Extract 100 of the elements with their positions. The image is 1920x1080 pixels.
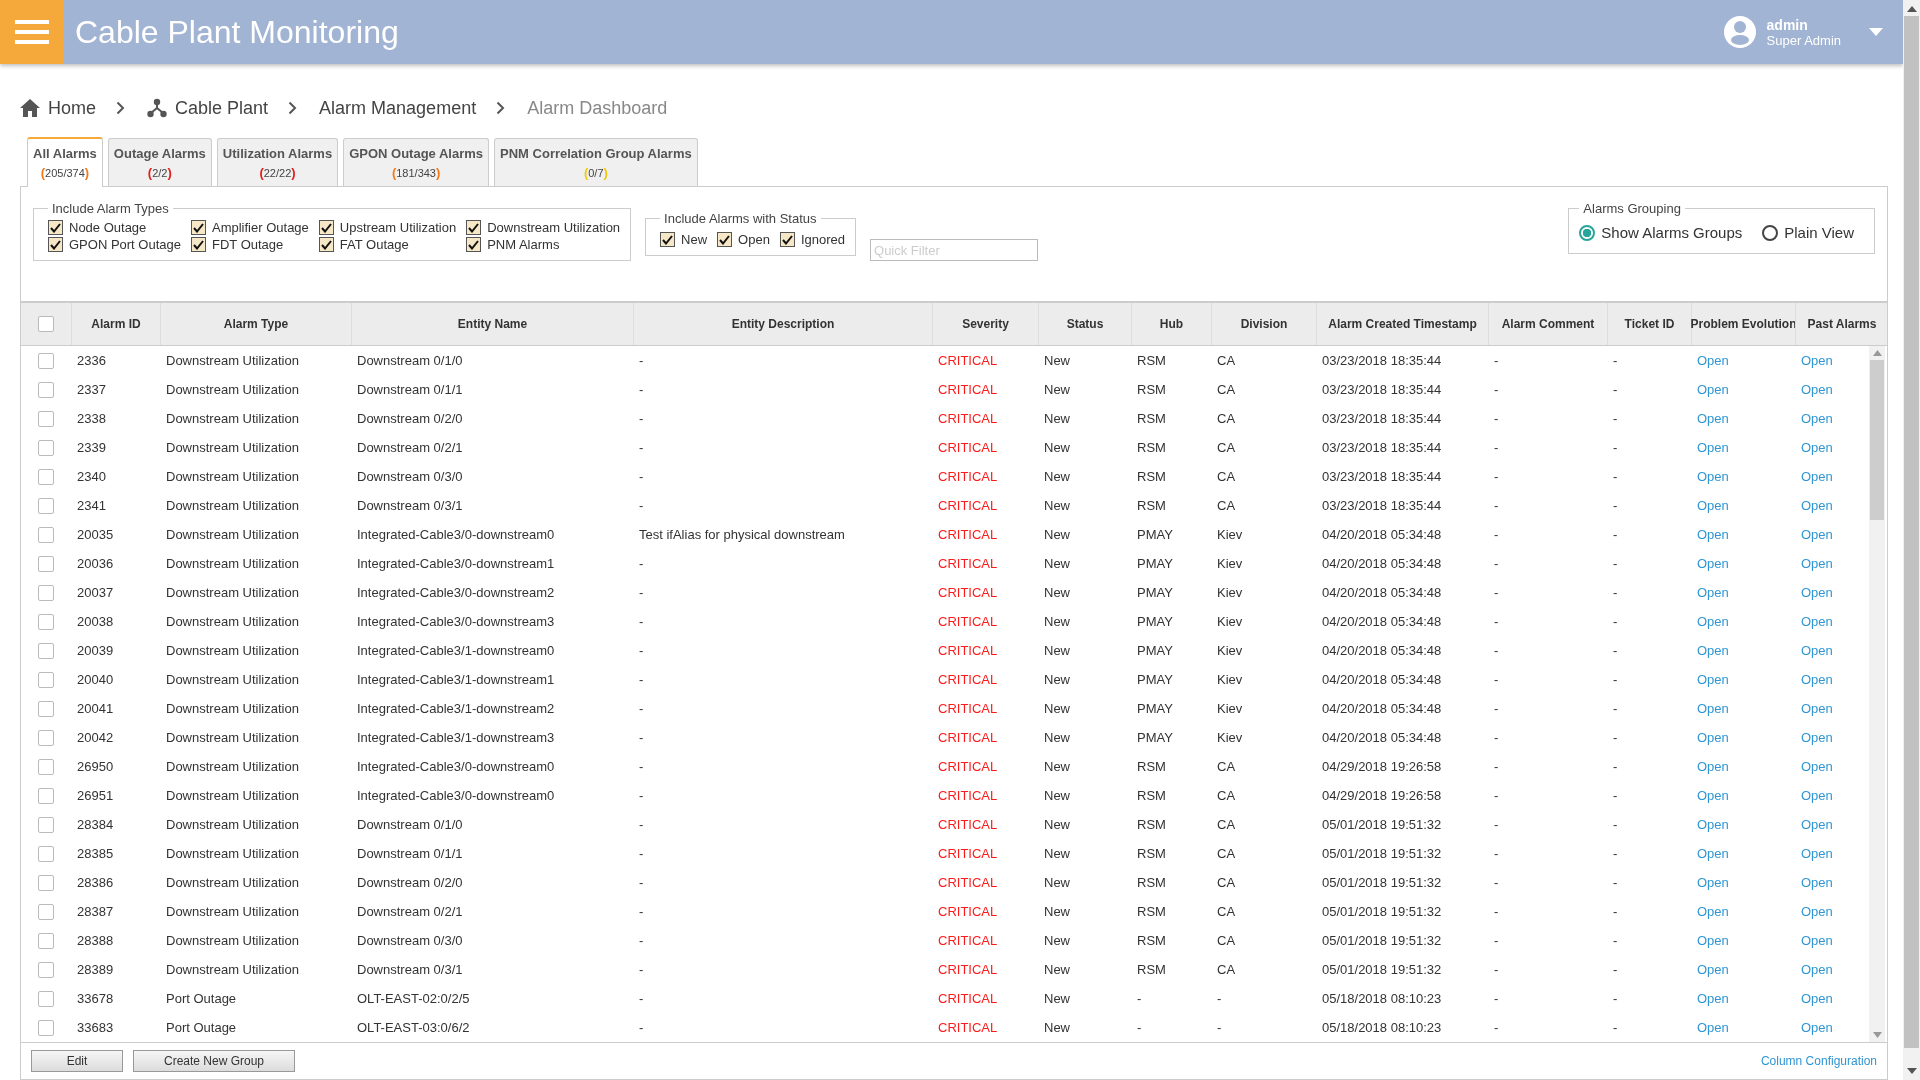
past-alarms-link[interactable]: Open xyxy=(1801,643,1833,658)
problem-evolution-link[interactable]: Open xyxy=(1697,701,1729,716)
row-checkbox[interactable] xyxy=(38,1019,54,1036)
problem-evolution-link[interactable]: Open xyxy=(1697,991,1729,1006)
row-checkbox[interactable] xyxy=(38,497,54,514)
column-header[interactable]: Division xyxy=(1211,303,1316,345)
column-header[interactable]: Alarm Type xyxy=(160,303,351,345)
row-checkbox[interactable] xyxy=(38,352,54,369)
column-header[interactable]: Entity Description xyxy=(633,303,932,345)
past-alarms-link[interactable]: Open xyxy=(1801,1020,1833,1035)
breadcrumb-link[interactable]: Alarm Dashboard xyxy=(527,97,668,119)
past-alarms-link[interactable]: Open xyxy=(1801,846,1833,861)
checkbox[interactable] xyxy=(660,232,676,247)
past-alarms-link[interactable]: Open xyxy=(1801,614,1833,629)
row-checkbox[interactable] xyxy=(38,990,54,1007)
row-checkbox[interactable] xyxy=(38,381,54,398)
column-header[interactable]: Ticket ID xyxy=(1607,303,1691,345)
past-alarms-link[interactable]: Open xyxy=(1801,498,1833,513)
past-alarms-link[interactable]: Open xyxy=(1801,440,1833,455)
column-header[interactable]: Entity Name xyxy=(351,303,633,345)
problem-evolution-link[interactable]: Open xyxy=(1697,440,1729,455)
problem-evolution-link[interactable]: Open xyxy=(1697,643,1729,658)
problem-evolution-link[interactable]: Open xyxy=(1697,614,1729,629)
alarm-tab[interactable]: Outage Alarms (2/2) xyxy=(107,138,212,186)
row-checkbox[interactable] xyxy=(38,468,54,485)
past-alarms-link[interactable]: Open xyxy=(1801,411,1833,426)
problem-evolution-link[interactable]: Open xyxy=(1697,904,1729,919)
past-alarms-link[interactable]: Open xyxy=(1801,730,1833,745)
radio-button[interactable] xyxy=(1579,224,1596,241)
problem-evolution-link[interactable]: Open xyxy=(1697,527,1729,542)
checkbox[interactable] xyxy=(318,237,334,252)
problem-evolution-link[interactable]: Open xyxy=(1697,759,1729,774)
scrollbar-thumb[interactable] xyxy=(1870,360,1884,520)
problem-evolution-link[interactable]: Open xyxy=(1697,817,1729,832)
problem-evolution-link[interactable]: Open xyxy=(1697,585,1729,600)
checkbox[interactable] xyxy=(48,237,63,252)
problem-evolution-link[interactable]: Open xyxy=(1697,672,1729,687)
problem-evolution-link[interactable]: Open xyxy=(1697,788,1729,803)
breadcrumb-link[interactable]: Cable Plant xyxy=(175,97,269,119)
column-header[interactable]: Past Alarms xyxy=(1795,303,1888,345)
past-alarms-link[interactable]: Open xyxy=(1801,672,1833,687)
past-alarms-link[interactable]: Open xyxy=(1801,817,1833,832)
scroll-up-icon[interactable] xyxy=(1906,6,1917,12)
past-alarms-link[interactable]: Open xyxy=(1801,701,1833,716)
row-checkbox[interactable] xyxy=(38,903,54,920)
problem-evolution-link[interactable]: Open xyxy=(1697,933,1729,948)
checkbox[interactable] xyxy=(717,232,733,247)
problem-evolution-link[interactable]: Open xyxy=(1697,1020,1729,1035)
row-checkbox[interactable] xyxy=(38,961,54,978)
row-checkbox[interactable] xyxy=(38,439,54,456)
row-checkbox[interactable] xyxy=(38,758,54,775)
footer-button[interactable]: Edit xyxy=(31,1050,123,1072)
problem-evolution-link[interactable]: Open xyxy=(1697,469,1729,484)
past-alarms-link[interactable]: Open xyxy=(1801,962,1833,977)
row-checkbox[interactable] xyxy=(38,932,54,949)
problem-evolution-link[interactable]: Open xyxy=(1697,846,1729,861)
past-alarms-link[interactable]: Open xyxy=(1801,875,1833,890)
radio-button[interactable] xyxy=(1762,224,1779,241)
row-checkbox[interactable] xyxy=(38,729,54,746)
checkbox[interactable] xyxy=(48,220,63,235)
row-checkbox[interactable] xyxy=(38,671,54,688)
past-alarms-link[interactable]: Open xyxy=(1801,991,1833,1006)
row-checkbox[interactable] xyxy=(38,555,54,572)
alarm-tab[interactable]: All Alarms (205/374) xyxy=(27,137,103,187)
row-checkbox[interactable] xyxy=(38,787,54,804)
checkbox[interactable] xyxy=(191,220,206,235)
past-alarms-link[interactable]: Open xyxy=(1801,904,1833,919)
alarm-tab[interactable]: Utilization Alarms (22/22) xyxy=(216,138,339,186)
past-alarms-link[interactable]: Open xyxy=(1801,556,1833,571)
row-checkbox[interactable] xyxy=(38,845,54,862)
problem-evolution-link[interactable]: Open xyxy=(1697,382,1729,397)
scrollbar-thumb[interactable] xyxy=(1904,16,1919,1048)
problem-evolution-link[interactable]: Open xyxy=(1697,353,1729,368)
dropdown-caret-icon[interactable] xyxy=(1869,28,1883,36)
row-checkbox[interactable] xyxy=(38,410,54,427)
column-configuration-link[interactable]: Column Configuration xyxy=(1760,1054,1877,1068)
row-checkbox[interactable] xyxy=(38,874,54,891)
past-alarms-link[interactable]: Open xyxy=(1801,382,1833,397)
column-header[interactable]: Alarm Comment xyxy=(1488,303,1607,345)
past-alarms-link[interactable]: Open xyxy=(1801,788,1833,803)
column-header[interactable]: Severity xyxy=(932,303,1038,345)
row-checkbox[interactable] xyxy=(38,584,54,601)
problem-evolution-link[interactable]: Open xyxy=(1697,498,1729,513)
past-alarms-link[interactable]: Open xyxy=(1801,527,1833,542)
alarm-tab[interactable]: GPON Outage Alarms (181/343) xyxy=(343,138,490,186)
problem-evolution-link[interactable]: Open xyxy=(1697,730,1729,745)
row-checkbox[interactable] xyxy=(38,700,54,717)
checkbox[interactable] xyxy=(191,237,206,252)
problem-evolution-link[interactable]: Open xyxy=(1697,962,1729,977)
page-scrollbar[interactable] xyxy=(1903,0,1920,1080)
past-alarms-link[interactable]: Open xyxy=(1801,933,1833,948)
scroll-down-icon[interactable] xyxy=(1906,1068,1917,1074)
row-checkbox[interactable] xyxy=(38,526,54,543)
problem-evolution-link[interactable]: Open xyxy=(1697,411,1729,426)
column-header[interactable]: Alarm Created Timestamp xyxy=(1316,303,1488,345)
checkbox[interactable] xyxy=(779,232,795,247)
row-checkbox[interactable] xyxy=(38,613,54,630)
checkbox[interactable] xyxy=(318,220,334,235)
table-scrollbar[interactable] xyxy=(1869,346,1885,1042)
past-alarms-link[interactable]: Open xyxy=(1801,585,1833,600)
